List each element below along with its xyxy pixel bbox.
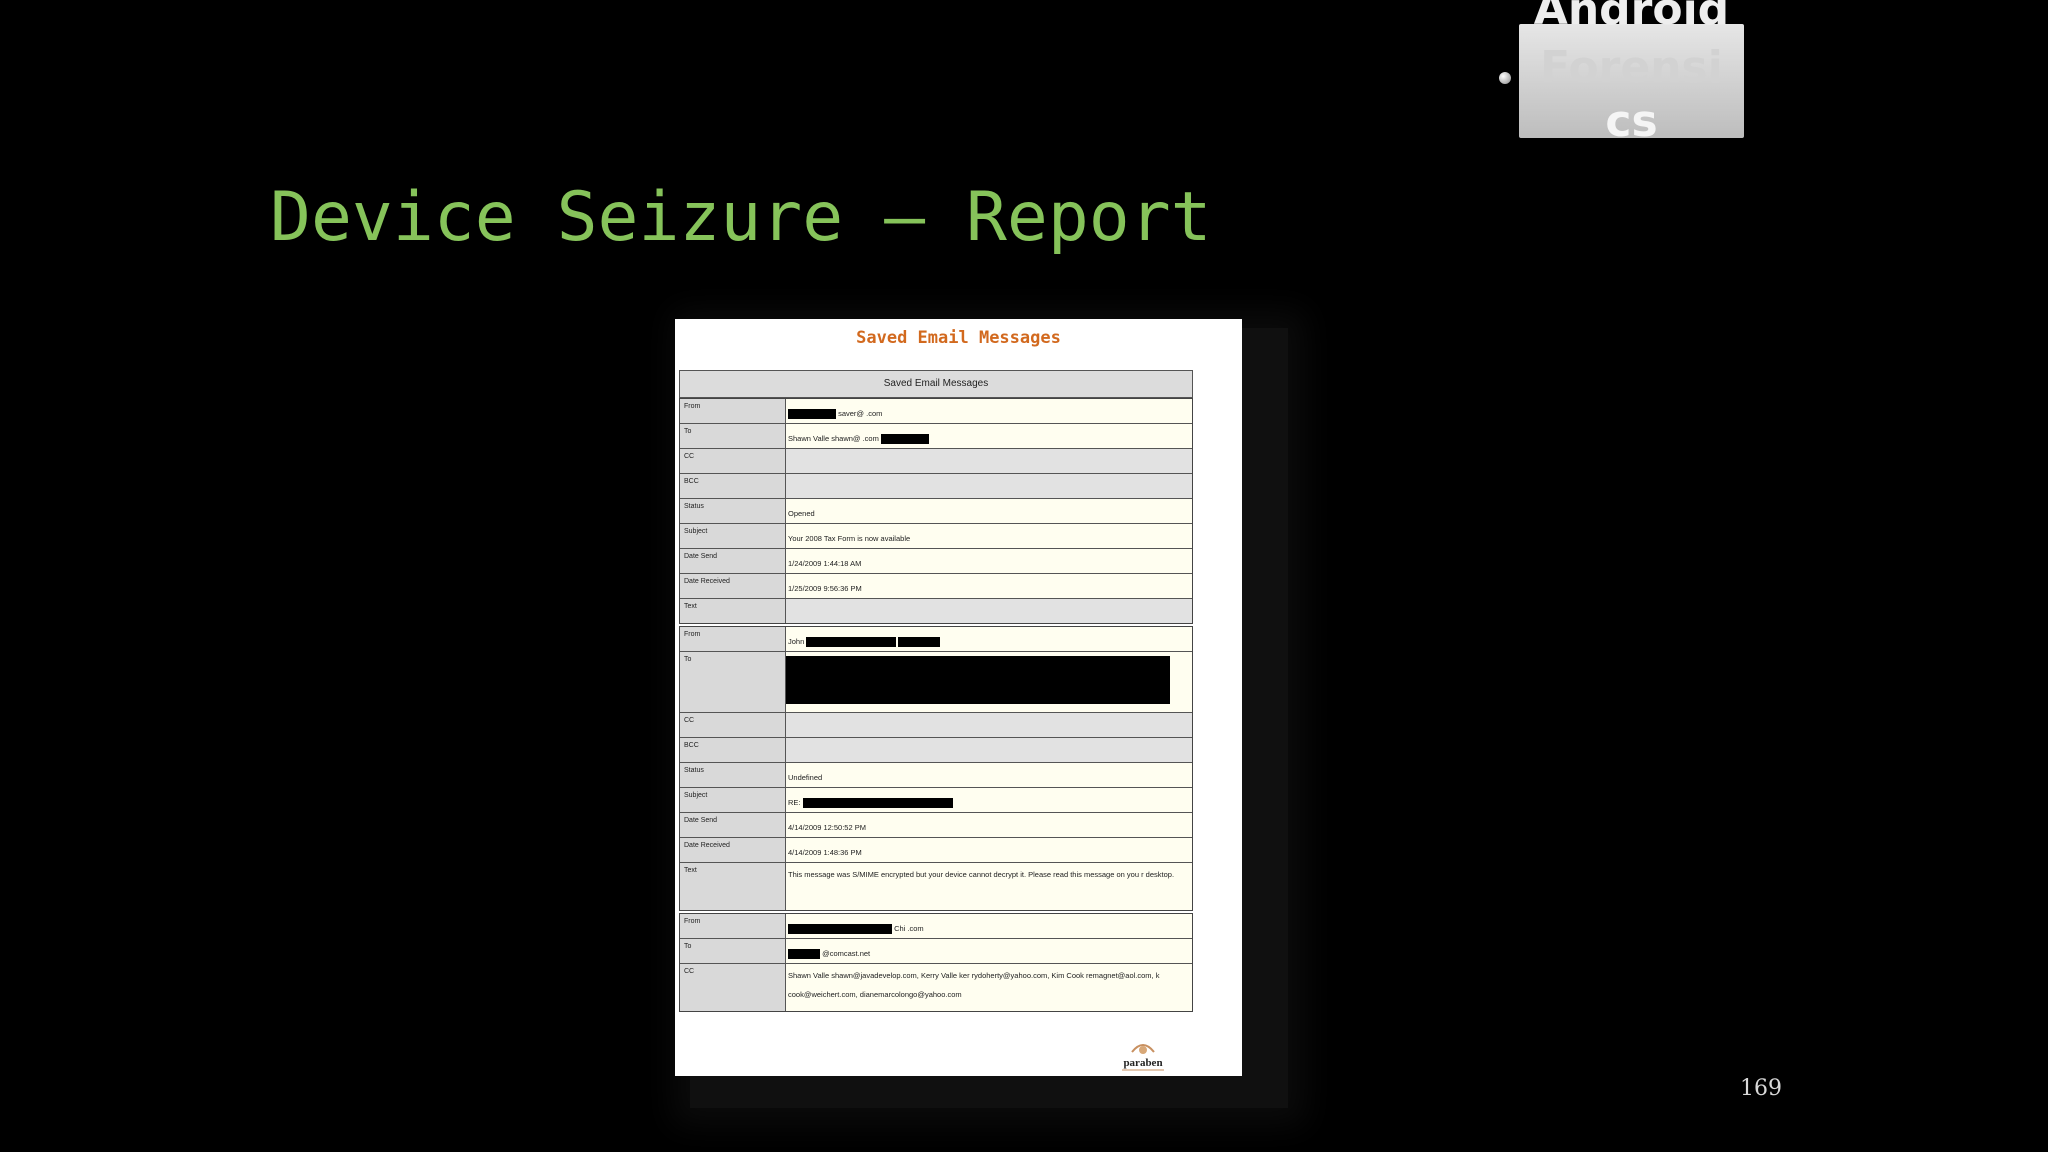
redaction-bar — [788, 949, 820, 960]
field-label: Text — [680, 863, 786, 910]
section-tag-line2: Forensi — [1540, 42, 1723, 93]
table-row: Subject RE: — [680, 787, 1192, 812]
table-row: To — [680, 651, 1192, 712]
redaction-bar — [802, 798, 953, 809]
field-value: Undefined — [786, 763, 1192, 787]
field-value-text: John — [788, 637, 805, 646]
field-value — [786, 652, 1192, 712]
redaction-block — [786, 656, 1170, 704]
field-label: Date Received — [680, 574, 786, 598]
field-value-text: RE: — [788, 798, 801, 807]
field-label: Date Send — [680, 813, 786, 837]
table-row: BCC — [680, 473, 1192, 498]
paraben-logo: paraben — [1120, 1044, 1166, 1071]
email-record: From Chi .com To @comcast.net CC Shawn V… — [679, 913, 1193, 1012]
table-row: From John — [680, 627, 1192, 651]
report-heading: Saved Email Messages — [856, 328, 1061, 348]
field-label: Date Received — [680, 838, 786, 862]
field-value: John — [786, 627, 1192, 651]
field-value: Your 2008 Tax Form is now available — [786, 524, 1192, 548]
field-label: Date Send — [680, 549, 786, 573]
field-value — [786, 738, 1192, 762]
field-label: CC — [680, 964, 786, 1011]
field-value: Shawn Valle shawn@ .com — [786, 424, 1192, 448]
redaction-bar — [788, 409, 836, 420]
table-row: Text — [680, 598, 1192, 623]
table-header: Saved Email Messages — [679, 370, 1193, 398]
field-label: Subject — [680, 788, 786, 812]
table-row: Subject Your 2008 Tax Form is now availa… — [680, 523, 1192, 548]
table-row: Date Send 1/24/2009 1:44:18 AM — [680, 548, 1192, 573]
field-label: Status — [680, 499, 786, 523]
page-number: 169 — [1740, 1076, 1782, 1101]
field-label: CC — [680, 449, 786, 473]
field-value: Shawn Valle shawn@javadevelop.com, Kerry… — [786, 964, 1192, 1011]
table-row: CC — [680, 712, 1192, 737]
redaction-bar — [788, 924, 892, 935]
table-row: BCC — [680, 737, 1192, 762]
bullet-dot — [1499, 72, 1511, 84]
field-value: Opened — [786, 499, 1192, 523]
slide-title: Device Seizure – Report — [270, 178, 1212, 257]
field-label: To — [680, 424, 786, 448]
table-row: CC Shawn Valle shawn@javadevelop.com, Ke… — [680, 963, 1192, 1011]
field-value-text: @comcast.net — [822, 949, 871, 958]
field-value: 4/14/2009 1:48:36 PM — [786, 838, 1192, 862]
table-row: From saver@ .com — [680, 399, 1192, 423]
field-value — [786, 449, 1192, 473]
table-row: From Chi .com — [680, 914, 1192, 938]
field-value: Chi .com — [786, 914, 1192, 938]
field-label: From — [680, 399, 786, 423]
field-label: BCC — [680, 474, 786, 498]
field-value-text: saver@ .com — [838, 409, 883, 418]
table-row: CC — [680, 448, 1192, 473]
table-row: To @comcast.net — [680, 938, 1192, 963]
field-label: Status — [680, 763, 786, 787]
field-label: CC — [680, 713, 786, 737]
field-label: From — [680, 627, 786, 651]
field-value: @comcast.net — [786, 939, 1192, 963]
email-record: From saver@ .com To Shawn Valle shawn@ .… — [679, 398, 1193, 624]
field-value: 1/25/2009 9:56:36 PM — [786, 574, 1192, 598]
redaction-bar — [898, 637, 941, 648]
field-value-text: Shawn Valle shawn@ .com — [788, 434, 879, 443]
table-row: To Shawn Valle shawn@ .com — [680, 423, 1192, 448]
field-value: 1/24/2009 1:44:18 AM — [786, 549, 1192, 573]
report-page: Saved Email Messages Saved Email Message… — [675, 319, 1242, 1076]
field-label: To — [680, 652, 786, 712]
field-label: Subject — [680, 524, 786, 548]
field-value: 4/14/2009 12:50:52 PM — [786, 813, 1192, 837]
field-value: RE: — [786, 788, 1192, 812]
table-row: Date Send 4/14/2009 12:50:52 PM — [680, 812, 1192, 837]
field-value: This message was S/MIME encrypted but yo… — [786, 863, 1192, 910]
table-row: Text This message was S/MIME encrypted b… — [680, 862, 1192, 910]
field-value — [786, 599, 1192, 623]
field-value-text: Chi .com — [894, 924, 924, 933]
paraben-logo-text: paraben — [1123, 1057, 1162, 1069]
email-table: From saver@ .com To Shawn Valle shawn@ .… — [679, 398, 1193, 1014]
field-value: saver@ .com — [786, 399, 1192, 423]
table-row: Date Received 1/25/2009 9:56:36 PM — [680, 573, 1192, 598]
table-row: Status Opened — [680, 498, 1192, 523]
section-tag: Forensi cs — [1519, 24, 1744, 138]
field-label: Text — [680, 599, 786, 623]
field-value — [786, 474, 1192, 498]
field-label: BCC — [680, 738, 786, 762]
section-tag-line1: Android — [1533, 0, 1730, 35]
redaction-bar — [806, 637, 897, 648]
section-tag-line3: cs — [1605, 96, 1658, 138]
field-value — [786, 713, 1192, 737]
redaction-bar — [880, 434, 929, 445]
field-label: From — [680, 914, 786, 938]
table-row: Status Undefined — [680, 762, 1192, 787]
email-record: From John To CC BCC Status Undefined Sub… — [679, 626, 1193, 911]
field-label: To — [680, 939, 786, 963]
table-row: Date Received 4/14/2009 1:48:36 PM — [680, 837, 1192, 862]
